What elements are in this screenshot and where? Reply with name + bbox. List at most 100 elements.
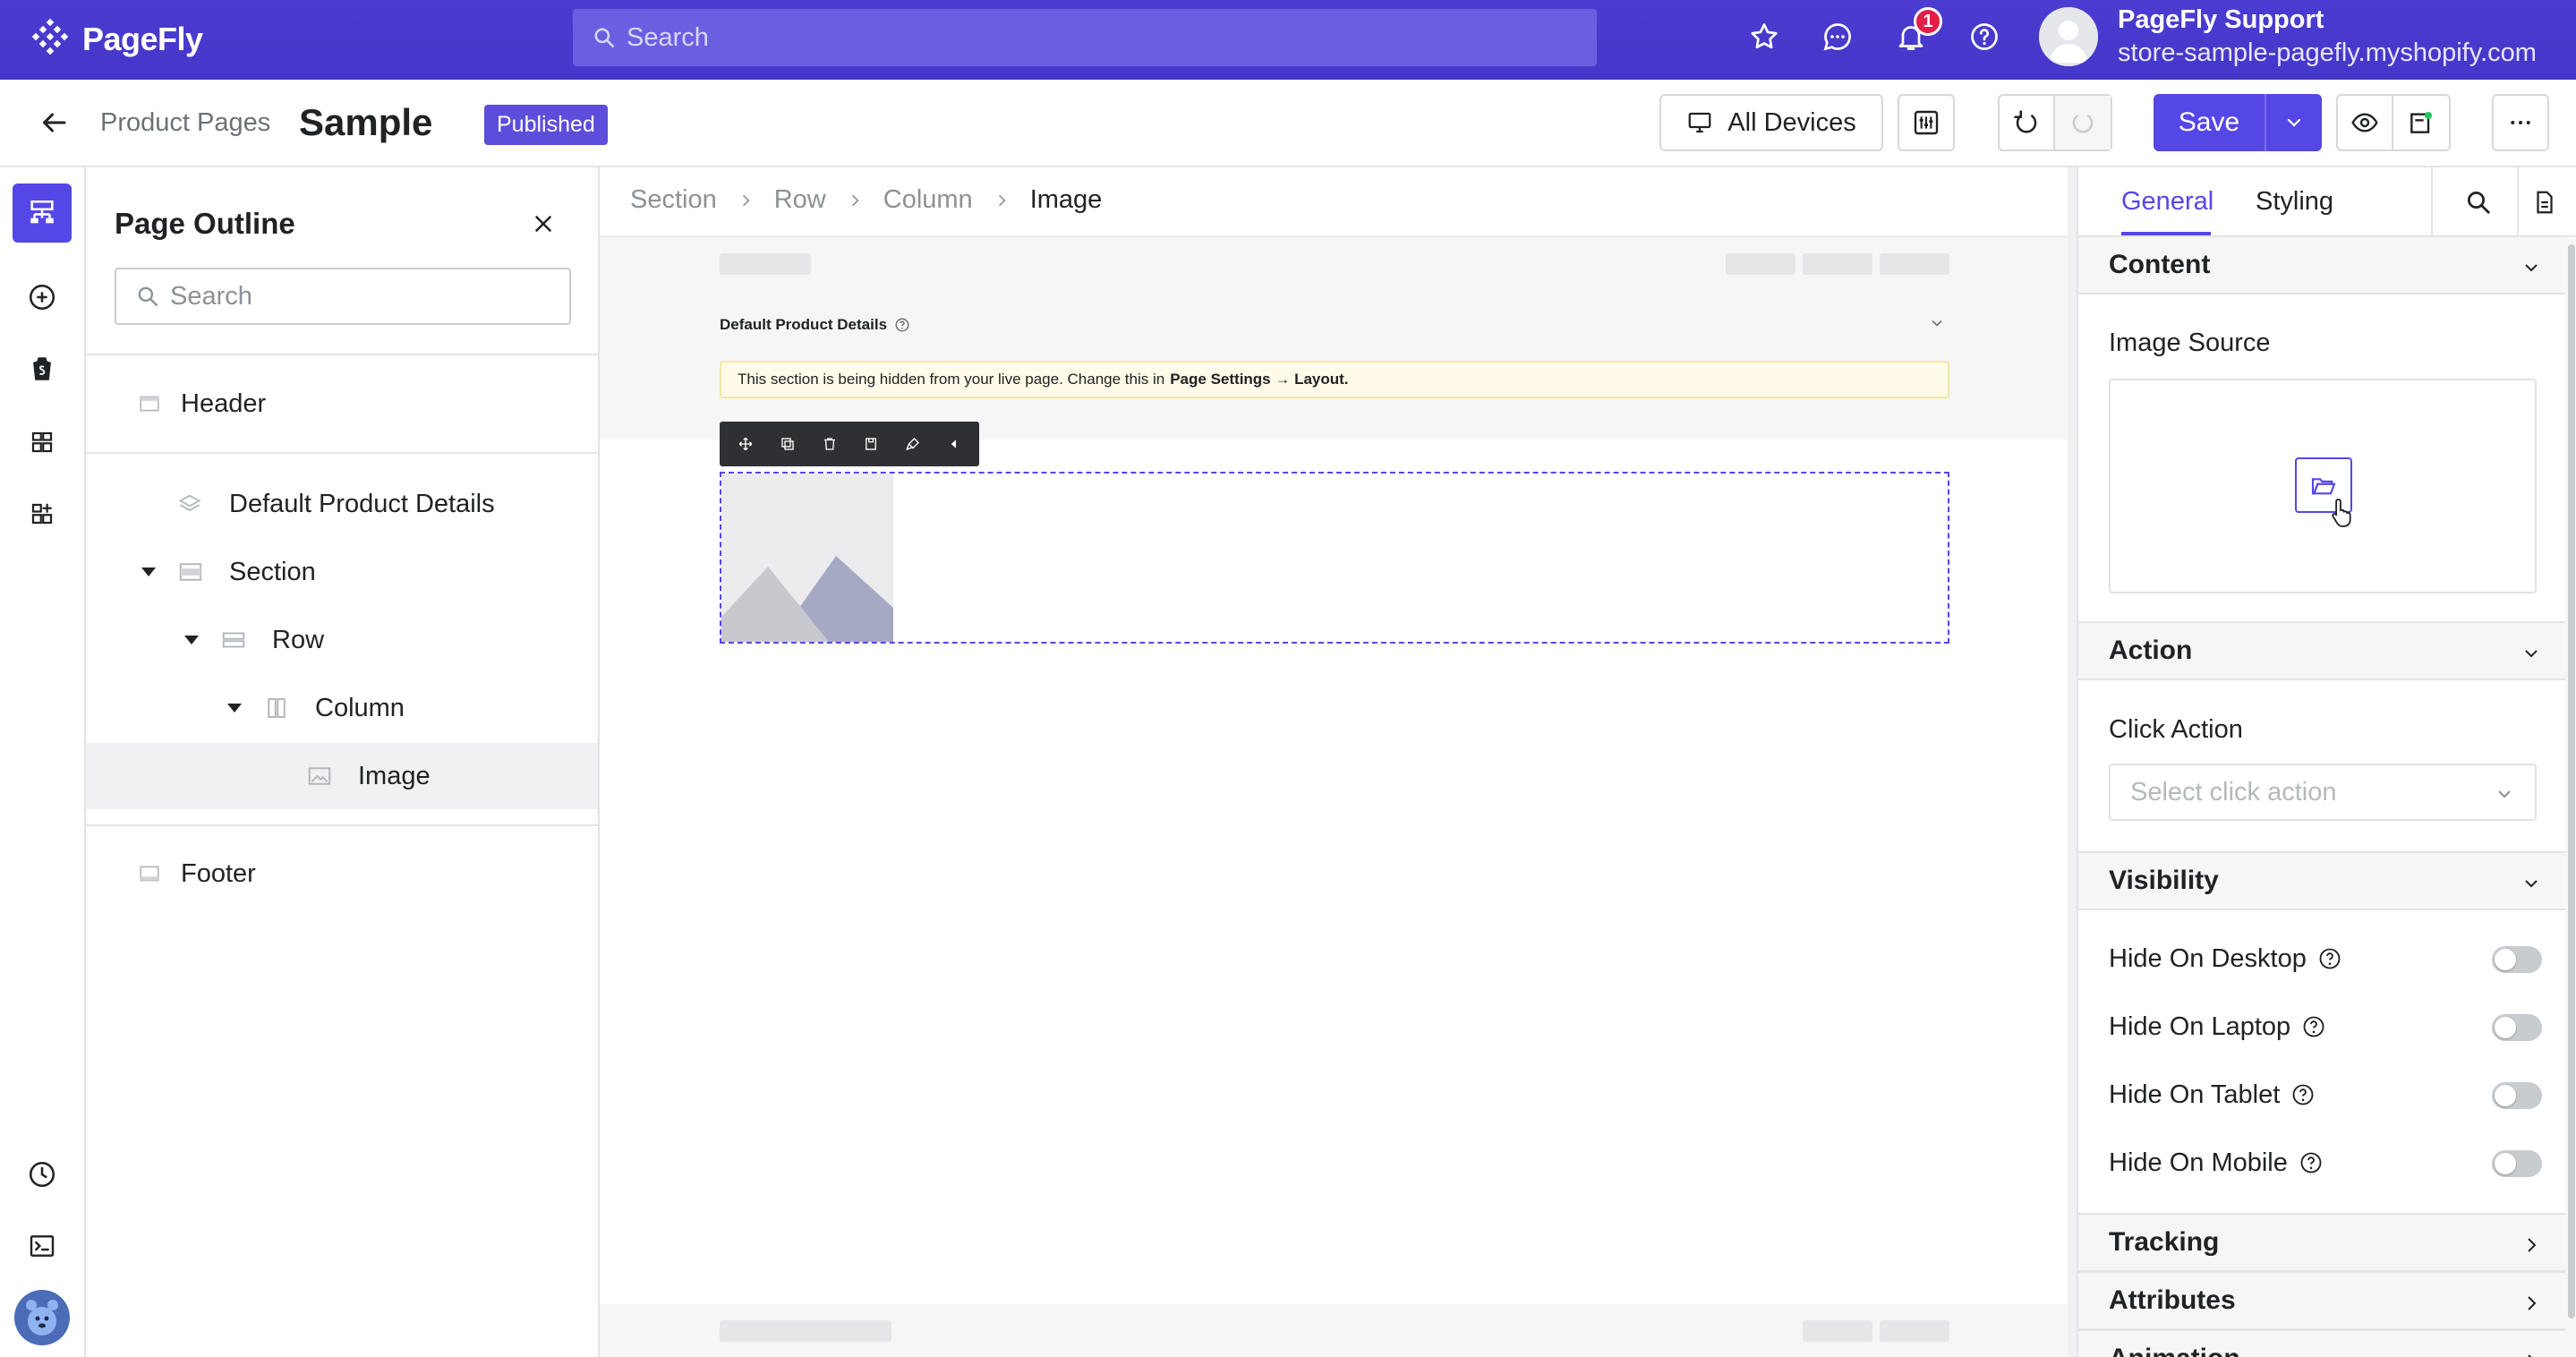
pointer-cursor-icon <box>2332 499 2351 527</box>
notifications-button[interactable]: 1 <box>1892 7 1942 55</box>
page-outline-panel: Page Outline Header Default Product Deta… <box>86 167 600 1357</box>
rail-outline-button[interactable] <box>13 183 72 243</box>
collapse-section-button[interactable] <box>1928 314 1946 337</box>
duplicate-icon[interactable] <box>780 436 796 452</box>
search-icon <box>2468 192 2490 214</box>
global-search[interactable] <box>573 9 1597 66</box>
more-options-button[interactable] <box>2492 94 2549 151</box>
save-options-button[interactable] <box>2266 94 2322 151</box>
section-action-header[interactable]: Action <box>2078 621 2565 680</box>
save-button-group: Save <box>2154 94 2322 151</box>
notice-link[interactable]: Page Settings → Layout. <box>1170 371 1348 388</box>
skeleton-placeholder <box>720 1320 891 1342</box>
section-attributes-header[interactable]: Attributes <box>2078 1271 2565 1330</box>
hide-on-laptop-toggle[interactable] <box>2492 1014 2542 1041</box>
image-source-dropzone[interactable] <box>2109 379 2537 593</box>
rail-code-button[interactable] <box>13 1216 72 1276</box>
folder-open-icon <box>2311 478 2336 495</box>
outline-item-footer[interactable]: Footer <box>86 841 598 907</box>
status-badge: Published <box>484 105 608 145</box>
breadcrumb-product-pages[interactable]: Product Pages <box>100 108 270 138</box>
undo-button[interactable] <box>2000 96 2056 149</box>
inspector-scrollbar[interactable] <box>2565 239 2576 1357</box>
section-content-header[interactable]: Content <box>2078 235 2565 294</box>
page-settings-button[interactable] <box>1898 94 1955 151</box>
caret-down-icon[interactable] <box>227 704 242 713</box>
monitor-icon <box>1688 112 1711 133</box>
outline-item-label: Default Product Details <box>229 489 495 518</box>
skeleton-placeholder <box>1803 1320 1872 1342</box>
crumb-image[interactable]: Image <box>1030 185 1103 215</box>
outline-item-row[interactable]: Row <box>86 607 598 673</box>
page-info-button[interactable] <box>2531 189 2558 220</box>
caret-left-icon[interactable] <box>947 437 961 451</box>
editor-toolbar: Product Pages Sample Published All Devic… <box>0 80 2576 167</box>
preview-button[interactable] <box>2338 96 2394 149</box>
help-icon[interactable] <box>2299 1150 2324 1175</box>
help-icon[interactable] <box>2290 1082 2316 1107</box>
outline-item-section[interactable]: Section <box>86 539 598 605</box>
inspector-search-button[interactable] <box>2465 189 2492 220</box>
close-outline-button[interactable] <box>530 210 557 242</box>
devices-button[interactable]: All Devices <box>1659 94 1883 151</box>
move-icon[interactable] <box>738 436 754 452</box>
outline-search-input[interactable] <box>170 281 528 312</box>
scrollbar-thumb[interactable] <box>2568 244 2575 1319</box>
outline-search[interactable] <box>115 268 571 325</box>
click-action-select[interactable]: Select click action <box>2109 764 2537 821</box>
rail-mascot-button[interactable] <box>13 1288 72 1347</box>
outline-item-header[interactable]: Header <box>86 371 598 437</box>
editor-canvas[interactable]: Section Row Column Image Default Product… <box>600 167 2077 1357</box>
canvas-scrollbar[interactable] <box>2068 167 2077 1357</box>
outline-item-label: Footer <box>181 858 256 888</box>
clock-icon <box>29 1161 55 1188</box>
help-icon[interactable] <box>2301 1014 2326 1039</box>
section-visibility-header[interactable]: Visibility <box>2078 851 2565 910</box>
chat-button[interactable] <box>1819 18 1856 55</box>
hide-on-desktop-toggle[interactable] <box>2492 946 2542 973</box>
outline-item-default-product-details[interactable]: Default Product Details <box>86 471 598 537</box>
document-icon <box>2537 191 2553 214</box>
tab-styling[interactable]: Styling <box>2256 187 2333 217</box>
save-button[interactable]: Save <box>2154 94 2266 151</box>
crumb-column[interactable]: Column <box>883 185 973 215</box>
skeleton-placeholder <box>1880 1320 1949 1342</box>
help-button[interactable] <box>1966 18 2003 55</box>
caret-down-icon[interactable] <box>141 568 156 576</box>
rail-shopify-button[interactable] <box>13 339 72 398</box>
rail-templates-button[interactable] <box>13 413 72 472</box>
hide-on-mobile-toggle[interactable] <box>2492 1150 2542 1177</box>
global-search-input[interactable] <box>627 22 1432 53</box>
brand-name: PageFly <box>82 21 203 57</box>
image-element[interactable] <box>720 472 1949 644</box>
header-layout-icon <box>140 396 159 412</box>
style-brush-icon[interactable] <box>905 436 921 452</box>
rail-apps-button[interactable] <box>13 484 72 543</box>
page-title[interactable]: Sample <box>299 101 432 144</box>
favorites-button[interactable] <box>1745 18 1783 55</box>
crumb-row[interactable]: Row <box>774 185 826 215</box>
back-button[interactable] <box>38 107 70 143</box>
user-menu[interactable]: PageFly Support store-sample-pagefly.mys… <box>2039 5 2537 68</box>
tab-general[interactable]: General <box>2121 187 2213 217</box>
outline-item-column[interactable]: Column <box>86 675 598 741</box>
pagefly-logo[interactable]: PageFly <box>29 18 203 61</box>
rail-history-button[interactable] <box>13 1145 72 1204</box>
eye-icon <box>2351 113 2378 132</box>
help-icon[interactable] <box>894 317 910 333</box>
outline-item-image[interactable]: Image <box>86 743 598 809</box>
sitemap-icon <box>30 200 54 224</box>
redo-button[interactable] <box>2055 96 2111 149</box>
publish-settings-button[interactable] <box>2393 96 2449 149</box>
save-as-icon[interactable] <box>863 436 879 452</box>
hide-on-tablet-toggle[interactable] <box>2492 1082 2542 1109</box>
rail-add-element-button[interactable] <box>13 268 72 327</box>
section-animation-header[interactable]: Animation <box>2078 1329 2565 1357</box>
caret-down-icon[interactable] <box>184 636 199 644</box>
user-store: store-sample-pagefly.myshopify.com <box>2118 38 2537 67</box>
crumb-section[interactable]: Section <box>630 185 717 215</box>
trash-icon[interactable] <box>822 436 838 452</box>
help-icon[interactable] <box>2317 946 2342 971</box>
section-tracking-header[interactable]: Tracking <box>2078 1213 2565 1272</box>
outline-item-label: Image <box>358 761 431 790</box>
